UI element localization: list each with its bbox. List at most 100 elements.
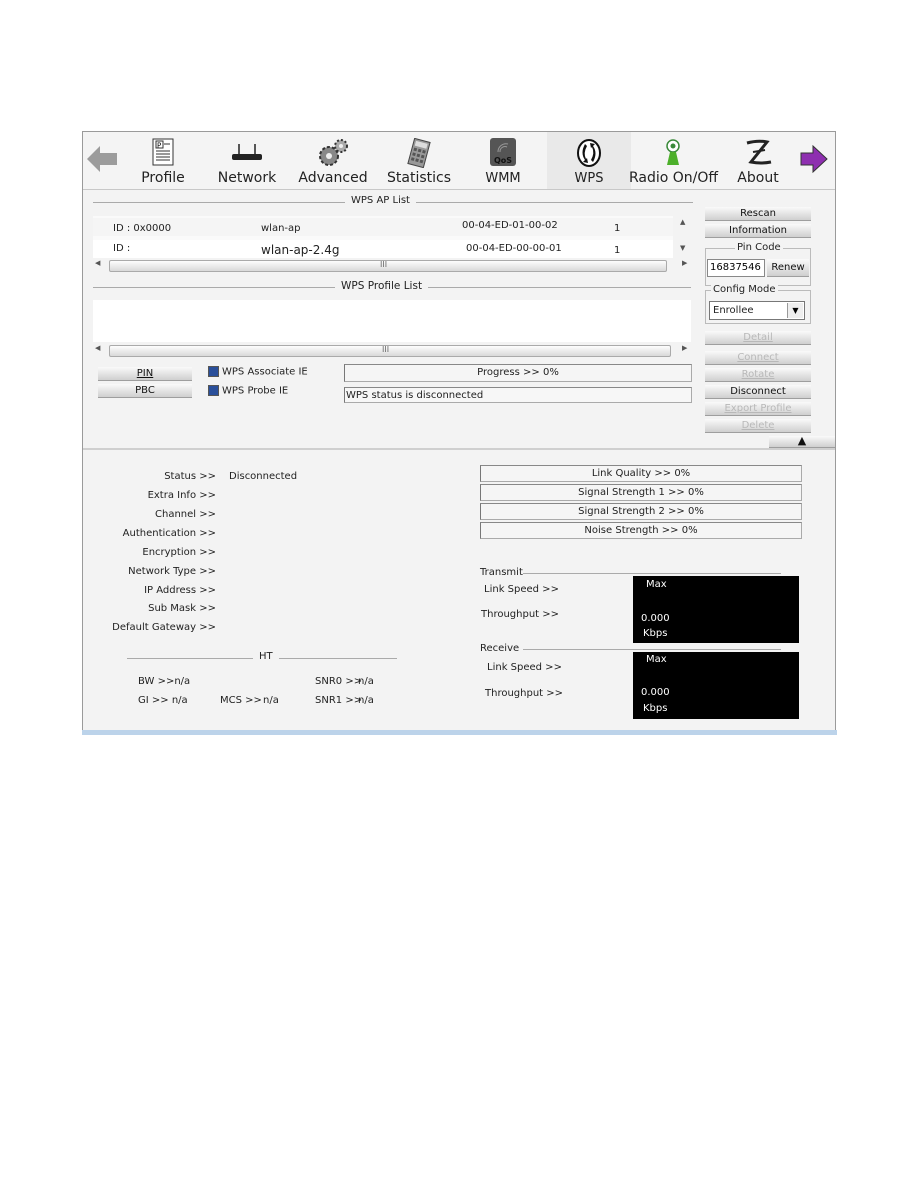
noise-strength-bar: Noise Strength >> 0%: [480, 522, 802, 539]
config-mode-legend: Config Mode: [711, 284, 778, 295]
receive-throughput-label: Throughput >>: [485, 688, 564, 699]
bar-label: Link Quality >> 0%: [591, 468, 691, 479]
window-bottom-border: [82, 730, 837, 735]
toolbar-item-statistics[interactable]: Statistics: [381, 132, 457, 189]
rotate-button[interactable]: Rotate: [705, 368, 811, 382]
calculator-icon: [406, 137, 432, 172]
toolbar-item-advanced[interactable]: Advanced: [295, 132, 371, 189]
chevron-down-icon[interactable]: ▼: [787, 303, 803, 318]
toolbar-label: Network: [217, 170, 277, 186]
pbc-button[interactable]: PBC: [98, 384, 192, 398]
scroll-up-icon[interactable]: ▲: [680, 218, 685, 226]
router-icon: [231, 144, 263, 166]
toolbar-item-radio[interactable]: Radio On/Off: [629, 132, 719, 189]
ht-snr0-value: n/a: [358, 676, 374, 687]
toolbar-item-about[interactable]: About: [723, 132, 793, 189]
export-profile-button[interactable]: Export Profile: [705, 402, 811, 416]
toolbar-label: Radio On/Off: [629, 170, 719, 186]
section-divider: [83, 448, 835, 450]
pin-code-field[interactable]: 16837546: [707, 259, 765, 277]
rescan-button[interactable]: Rescan: [705, 207, 811, 221]
transmit-title: Transmit: [480, 567, 523, 578]
profile-list-hscroll[interactable]: III: [109, 345, 671, 357]
info-label: Network Type >>: [128, 566, 216, 577]
transmit-graph: Max 0.000 Kbps: [633, 576, 799, 643]
ht-gi: GI >> n/a: [138, 695, 188, 706]
toolbar-label: Profile: [141, 170, 185, 186]
wireless-utility-window: P Profile Network Advanced Statistics Qo…: [82, 131, 836, 734]
about-logo-icon: [743, 138, 773, 172]
toolbar-item-wmm[interactable]: QoS WMM: [467, 132, 539, 189]
scroll-right-icon[interactable]: ▶: [682, 259, 687, 267]
wps-probe-ie-checkbox[interactable]: WPS Probe IE: [208, 385, 288, 397]
renew-button[interactable]: Renew: [767, 259, 809, 277]
ap-channel: 1: [614, 223, 621, 234]
scroll-right-icon[interactable]: ▶: [682, 344, 687, 352]
detail-button[interactable]: Detail: [705, 331, 811, 345]
info-label: IP Address >>: [144, 585, 216, 596]
config-mode-value: Enrollee: [713, 305, 754, 316]
wps-associate-ie-checkbox[interactable]: WPS Associate IE: [208, 366, 308, 378]
config-mode-select[interactable]: Enrollee ▼: [709, 301, 805, 320]
ap-channel: 1: [614, 245, 621, 256]
progress-label: Progress >> 0%: [477, 367, 559, 378]
toolbar-label: Advanced: [298, 170, 368, 186]
wps-status-field: WPS status is disconnected: [344, 387, 692, 403]
ht-mcs-label: MCS >>: [220, 695, 262, 706]
ap-list-vscroll[interactable]: ▲ ▼: [677, 216, 691, 258]
info-label: Sub Mask >>: [148, 603, 216, 614]
collapse-panel-button[interactable]: ▲: [769, 435, 835, 448]
wps-ap-list[interactable]: ID : 0x0000 wlan-ap 00-04-ED-01-00-02 1 …: [93, 216, 673, 258]
scroll-down-icon[interactable]: ▼: [680, 244, 685, 252]
transmit-link-speed-label: Link Speed >>: [484, 584, 559, 595]
ap-id: ID :: [113, 243, 131, 254]
gears-icon: [316, 138, 350, 172]
info-value: Disconnected: [229, 471, 298, 482]
arrow-left-icon[interactable]: [87, 146, 117, 176]
receive-max: Max: [646, 654, 667, 665]
link-quality-bar: Link Quality >> 0%: [480, 465, 802, 482]
signal-strength-1-bar: Signal Strength 1 >> 0%: [480, 484, 802, 501]
toolbar-label: Statistics: [387, 170, 451, 186]
wps-profile-list-title: WPS Profile List: [335, 280, 429, 292]
ht-mcs-value: n/a: [263, 695, 279, 706]
pin-button[interactable]: PIN: [98, 367, 192, 381]
wps-profile-list[interactable]: [93, 300, 691, 342]
pin-code-legend: Pin Code: [735, 242, 783, 253]
radio-antenna-icon: [664, 138, 682, 170]
toolbar-item-profile[interactable]: P Profile: [127, 132, 199, 189]
delete-button[interactable]: Delete: [705, 419, 811, 433]
toolbar-item-wps[interactable]: WPS: [547, 132, 631, 189]
toolbar-item-network[interactable]: Network: [211, 132, 283, 189]
ht-snr0-label: SNR0 >>: [315, 676, 363, 687]
svg-text:QoS: QoS: [494, 156, 512, 165]
scroll-left-icon[interactable]: ◀: [95, 344, 100, 352]
disconnect-button[interactable]: Disconnect: [705, 385, 811, 399]
info-label: Encryption >>: [142, 547, 216, 558]
ap-list-row[interactable]: ID : wlan-ap-2.4g 00-04-ED-00-00-01 1: [93, 240, 673, 258]
divider: [523, 573, 781, 574]
ap-list-row[interactable]: ID : 0x0000 wlan-ap 00-04-ED-01-00-02 1: [93, 218, 673, 236]
ht-title: HT: [253, 651, 279, 662]
info-label: Channel >>: [155, 509, 216, 520]
connect-button[interactable]: Connect: [705, 351, 811, 365]
ap-ssid: wlan-ap-2.4g: [261, 243, 340, 257]
checkbox-checked-icon: [208, 385, 219, 396]
ap-list-hscroll[interactable]: III: [109, 260, 667, 272]
transmit-max: Max: [646, 579, 667, 590]
checkbox-label: WPS Associate IE: [222, 366, 308, 378]
wps-progress-bar: Progress >> 0%: [344, 364, 692, 382]
information-button[interactable]: Information: [705, 224, 811, 238]
qos-icon: QoS: [490, 138, 516, 170]
bar-label: Signal Strength 2 >> 0%: [578, 506, 704, 517]
ht-snr1-value: n/a: [358, 695, 374, 706]
ap-bssid: 00-04-ED-00-00-01: [466, 243, 562, 254]
toolbar-label: WPS: [574, 171, 604, 186]
status-text: WPS status is disconnected: [346, 390, 484, 401]
info-label: Extra Info >>: [147, 490, 216, 501]
signal-strength-2-bar: Signal Strength 2 >> 0%: [480, 503, 802, 520]
scroll-left-icon[interactable]: ◀: [95, 259, 100, 267]
ht-snr1-label: SNR1 >>: [315, 695, 363, 706]
ap-ssid: wlan-ap: [261, 223, 301, 234]
arrow-right-icon[interactable]: [799, 144, 829, 177]
